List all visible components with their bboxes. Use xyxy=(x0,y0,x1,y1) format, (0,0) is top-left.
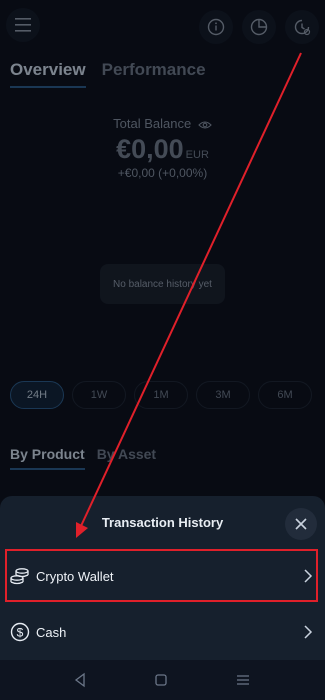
range-3m[interactable]: 3M xyxy=(196,381,250,409)
menu-button[interactable] xyxy=(6,8,40,42)
range-6m[interactable]: 6M xyxy=(258,381,312,409)
time-range-selector: 24H 1W 1M 3M 6M xyxy=(10,381,312,409)
balance-change: +€0,00 (+0,00%) xyxy=(117,166,208,180)
cash-item[interactable]: $ Cash xyxy=(0,606,325,658)
eye-icon[interactable] xyxy=(198,120,212,130)
main-tabs: Overview Performance xyxy=(10,60,206,88)
portfolio-chart-button[interactable] xyxy=(242,10,276,44)
top-bar xyxy=(0,8,325,48)
tab-performance[interactable]: Performance xyxy=(102,60,206,88)
tab-overview[interactable]: Overview xyxy=(10,60,86,88)
dollar-circle-icon: $ xyxy=(10,622,30,642)
cash-label: Cash xyxy=(36,624,67,640)
chevron-right-icon xyxy=(304,625,313,639)
balance-currency: EUR xyxy=(185,149,209,161)
balance-amount: €0,00 xyxy=(116,134,184,164)
breakdown-tabs: By Product By Asset xyxy=(10,446,156,470)
total-balance-value: €0,00 EUR xyxy=(0,134,325,165)
crypto-wallet-label: Crypto Wallet xyxy=(36,568,114,584)
transaction-history-sheet: Transaction History Crypto Wallet $ Cash xyxy=(0,496,325,660)
range-1m[interactable]: 1M xyxy=(134,381,188,409)
range-24h[interactable]: 24H xyxy=(10,381,64,409)
no-history-message: No balance history yet xyxy=(100,264,225,304)
close-icon xyxy=(295,518,307,530)
sheet-title: Transaction History xyxy=(101,515,224,530)
recents-nav-icon[interactable] xyxy=(233,670,253,690)
clock-history-icon xyxy=(294,19,311,36)
close-button[interactable] xyxy=(285,508,317,540)
info-icon xyxy=(207,18,225,36)
range-1w[interactable]: 1W xyxy=(72,381,126,409)
transaction-history-button[interactable] xyxy=(285,10,319,44)
home-nav-icon[interactable] xyxy=(151,670,171,690)
coins-icon xyxy=(10,568,29,585)
total-balance-label: Total Balance xyxy=(0,116,325,131)
chevron-right-icon xyxy=(304,569,313,583)
tab-by-product[interactable]: By Product xyxy=(10,446,85,470)
system-nav-bar xyxy=(0,660,325,700)
back-nav-icon[interactable] xyxy=(70,670,90,690)
total-balance-text: Total Balance xyxy=(113,116,192,131)
tab-by-asset[interactable]: By Asset xyxy=(97,446,156,470)
menu-icon xyxy=(15,18,31,32)
pie-chart-icon xyxy=(250,18,268,36)
crypto-wallet-item[interactable]: Crypto Wallet xyxy=(0,550,325,602)
info-button[interactable] xyxy=(199,10,233,44)
svg-text:$: $ xyxy=(17,626,24,640)
